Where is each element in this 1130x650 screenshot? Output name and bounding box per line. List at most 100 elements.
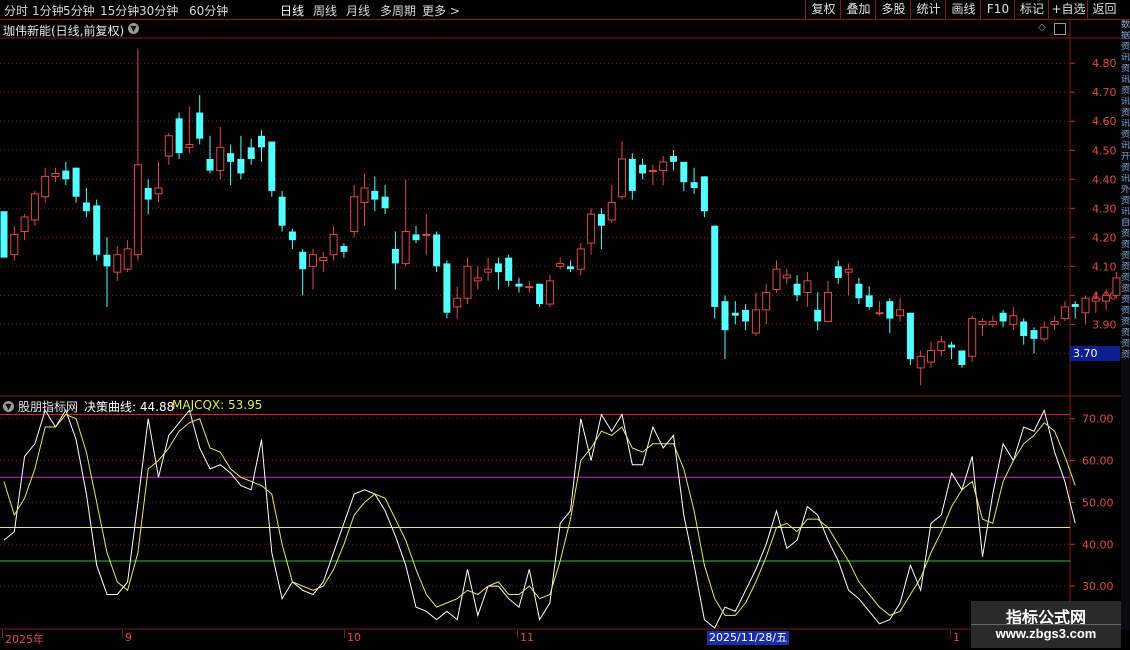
date-axis-label: 2025年	[5, 633, 44, 646]
indicator-axis-label: 70.00	[1082, 413, 1114, 426]
candle-body	[453, 297, 462, 308]
price-axis-label: 4.10	[1092, 260, 1117, 273]
candle-body	[834, 266, 842, 278]
price-axis-label: 4.80	[1092, 57, 1117, 70]
side-panel-glyph: 资	[1121, 86, 1130, 96]
candle-body	[1091, 297, 1100, 302]
candle-body	[607, 201, 616, 221]
candle-body	[999, 312, 1007, 322]
candle-body	[288, 231, 296, 241]
candle-body	[927, 349, 935, 363]
price-axis-label: 4.70	[1092, 86, 1117, 99]
candle-body	[391, 248, 399, 264]
candle-body	[937, 341, 946, 351]
candle-body	[988, 320, 997, 325]
side-info-panel[interactable]: 数据资讯资讯资讯资讯资讯开资讯外资讯自资资资资资资资资资资资资	[1121, 20, 1130, 632]
candle-body	[206, 158, 214, 171]
side-panel-glyph: 资	[1121, 306, 1130, 316]
candle-body	[824, 291, 832, 322]
candle-body	[185, 143, 194, 148]
line2-readout: MAJCQX: 53.95	[172, 398, 263, 412]
candle-body	[93, 205, 101, 255]
candle-body	[473, 277, 482, 282]
candle-body	[216, 146, 225, 172]
chevron-down-icon[interactable]: ▼	[3, 401, 14, 412]
date-tick	[517, 630, 518, 638]
candle-body	[0, 211, 8, 258]
side-panel-glyph: 开	[1121, 152, 1130, 162]
candle-body	[711, 225, 719, 307]
candle-body	[597, 214, 605, 226]
date-axis-label: 1	[953, 631, 960, 644]
candle-body	[525, 286, 534, 289]
candle-body	[556, 262, 565, 267]
candle-body	[278, 196, 286, 226]
candle-body	[196, 112, 204, 139]
candle-body	[113, 254, 122, 273]
indicator-series-line	[3, 408, 1076, 629]
candle-body	[62, 170, 70, 180]
side-panel-glyph: 资	[1121, 42, 1130, 52]
candle-body	[875, 312, 884, 315]
side-panel-glyph: 资	[1121, 130, 1130, 140]
side-panel-glyph: 资	[1121, 262, 1130, 272]
candle-body	[1030, 330, 1038, 339]
candle-body	[1081, 297, 1090, 314]
crosshair-date: 2025/11/28/五	[707, 631, 790, 645]
candle-body	[1060, 306, 1069, 320]
side-panel-glyph: 资	[1121, 196, 1130, 206]
price-axis-label: 4.30	[1092, 202, 1117, 215]
candle-body	[319, 257, 328, 262]
candle-body	[782, 274, 791, 279]
candle-body	[350, 196, 359, 233]
candle-body	[463, 265, 472, 299]
indicator-series-line	[3, 413, 1076, 616]
date-tick	[122, 630, 123, 638]
candle-body	[1020, 321, 1028, 336]
side-panel-glyph: 讯	[1121, 97, 1130, 107]
price-axis-label: 3.90	[1092, 318, 1117, 331]
candle-body	[401, 231, 410, 264]
side-panel-glyph: 讯	[1121, 141, 1130, 151]
candle-body	[844, 268, 853, 273]
side-panel-glyph: 资	[1121, 163, 1130, 173]
line1-readout: 决策曲线: 44.88	[84, 400, 175, 414]
candle-body	[618, 158, 626, 198]
candle-body	[133, 164, 142, 256]
candle-body	[144, 187, 152, 200]
date-axis-label: 11	[520, 631, 534, 644]
indicator-axis-label: 60.00	[1082, 455, 1114, 468]
candle-body	[154, 187, 163, 195]
candle-body	[865, 295, 873, 307]
side-panel-glyph: 资	[1121, 317, 1130, 327]
candle-body	[639, 164, 647, 174]
candle-body	[587, 213, 596, 244]
candle-body	[731, 312, 739, 316]
candle-body	[855, 283, 863, 299]
side-panel-glyph: 资	[1121, 64, 1130, 74]
candle-body	[670, 156, 677, 162]
candle-body	[340, 246, 348, 252]
candle-body	[41, 175, 50, 198]
side-panel-glyph: 资	[1121, 240, 1130, 250]
side-panel-glyph: 数	[1121, 20, 1130, 30]
candle-body	[82, 202, 90, 212]
candle-body	[742, 309, 750, 322]
candle-body	[443, 263, 451, 313]
candle-body	[422, 233, 431, 236]
candle-body	[227, 153, 235, 162]
candle-body	[371, 190, 379, 200]
candle-body	[958, 350, 966, 365]
candle-body	[433, 234, 441, 267]
date-axis: 2025年 9 10 11 1	[0, 630, 1130, 650]
candle-body	[896, 309, 905, 317]
price-axis-label: 4.40	[1092, 173, 1117, 186]
chart-canvas: 4.804.704.604.504.404.304.204.104.003.90…	[0, 20, 1121, 630]
candle-body	[680, 161, 688, 183]
candle-body	[123, 248, 132, 270]
candle-body	[659, 161, 668, 172]
candle-body	[700, 176, 708, 212]
candle-body	[690, 182, 698, 188]
date-tick	[344, 630, 345, 638]
candle-body	[772, 268, 781, 291]
